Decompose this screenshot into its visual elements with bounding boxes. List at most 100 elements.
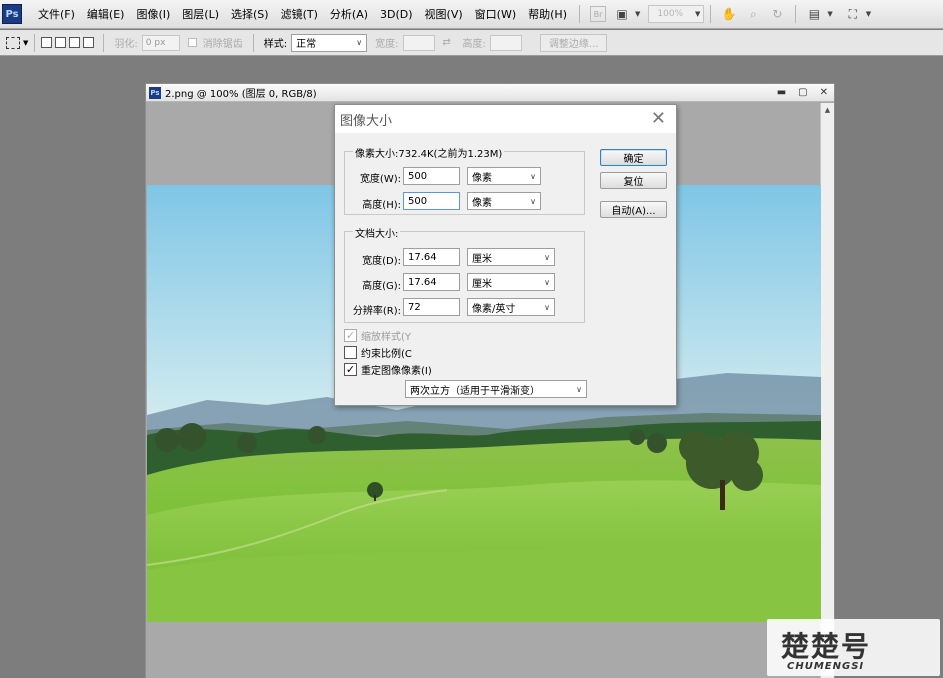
menu-layer[interactable]: 图层(L) (176, 0, 225, 29)
doc-height-label: 高度(G): (362, 281, 401, 292)
menu-filter[interactable]: 滤镜(T) (275, 0, 324, 29)
resample-row: ✓ 重定图像像素(I) (344, 362, 432, 377)
menu-select[interactable]: 选择(S) (225, 0, 275, 29)
menu-3d[interactable]: 3D(D) (374, 0, 419, 29)
height-input[interactable] (489, 34, 522, 51)
feather-input[interactable]: 0 px (141, 34, 180, 51)
resample-method-value: 两次立方（适用于平滑渐变） (410, 385, 540, 397)
reset-button[interactable]: 复位 (600, 172, 667, 189)
antialias-label: 消除锯齿 (202, 39, 243, 50)
chevron-down-icon[interactable]: ▼ (23, 39, 28, 47)
constrain-proportions-row: 约束比例(C (344, 345, 412, 360)
zoom-level-select[interactable]: 100% ▼ (648, 5, 705, 23)
watermark-logo: 楚楚号 (781, 630, 872, 663)
pixel-width-input[interactable]: 500 (403, 167, 460, 185)
chevron-down-icon[interactable]: ▼ (827, 10, 832, 18)
menu-help[interactable]: 帮助(H) (522, 0, 573, 29)
chevron-down-icon: ∨ (576, 384, 582, 394)
rotate-view-icon[interactable]: ↻ (769, 6, 785, 22)
chevron-down-icon: ∨ (530, 196, 536, 206)
menu-window[interactable]: 窗口(W) (469, 0, 522, 29)
menu-bar: Ps 文件(F) 编辑(E) 图像(I) 图层(L) 选择(S) 滤镜(T) 分… (0, 0, 943, 29)
pixel-height-input[interactable]: 500 (403, 192, 460, 210)
ok-button[interactable]: 确定 (600, 149, 667, 166)
options-bar: ▼ 羽化: 0 px 消除锯齿 样式: 正常 ∨ 宽度: ⇄ 高度: 调整边缘..… (0, 30, 943, 56)
separator (795, 5, 797, 23)
zoom-tool-icon[interactable]: ⌕ (745, 6, 761, 22)
dialog-title-bar: 图像大小 ✕ (335, 105, 676, 133)
menu-analysis[interactable]: 分析(A) (324, 0, 374, 29)
chevron-down-icon: ∨ (530, 171, 536, 181)
add-selection-icon[interactable] (55, 37, 67, 48)
scale-styles-checkbox[interactable]: ✓ (344, 329, 357, 342)
refine-edge-button[interactable]: 调整边缘... (539, 33, 608, 52)
doc-width-input[interactable]: 17.64 (403, 248, 460, 266)
resample-label: 重定图像像素(I) (361, 366, 432, 377)
screen-mode-full-icon[interactable]: ⛶ (845, 6, 861, 22)
resolution-label: 分辨率(R): (352, 306, 401, 317)
chevron-down-icon[interactable]: ▼ (635, 10, 640, 18)
maximize-icon[interactable]: ▢ (798, 87, 807, 98)
chevron-down-icon: ∨ (544, 277, 550, 287)
zoom-value: 100% (657, 9, 684, 19)
resolution-unit: 像素/英寸 (472, 303, 516, 315)
pixel-width-unit: 像素 (472, 172, 492, 184)
close-icon[interactable]: ✕ (651, 110, 666, 128)
image-size-dialog: 图像大小 ✕ 像素大小:732.4K(之前为1.23M) 宽度(W): 500 … (334, 104, 677, 406)
resolution-unit-select[interactable]: 像素/英寸 ∨ (467, 298, 555, 316)
pixel-height-label: 高度(H): (362, 200, 401, 211)
resample-checkbox[interactable]: ✓ (344, 363, 357, 376)
subtract-selection-icon[interactable] (69, 37, 81, 48)
style-label: 样式: (263, 39, 288, 50)
separator (710, 5, 712, 23)
style-select[interactable]: 正常 ∨ (291, 33, 368, 52)
doc-width-unit-select[interactable]: 厘米 ∨ (467, 248, 555, 266)
pixel-height-unit-select[interactable]: 像素 ∨ (467, 192, 541, 210)
menu-image[interactable]: 图像(I) (130, 0, 176, 29)
chevron-down-icon[interactable]: ▼ (866, 10, 871, 18)
separator (103, 33, 105, 52)
chevron-down-icon: ∨ (356, 38, 363, 47)
antialias-checkbox[interactable] (187, 38, 197, 47)
resolution-input[interactable]: 72 (403, 298, 460, 316)
chevron-down-icon: ▼ (694, 10, 701, 18)
constrain-proportions-checkbox[interactable] (344, 346, 357, 359)
rect-marquee-icon[interactable] (6, 36, 20, 49)
photoshop-doc-icon: Ps (149, 86, 161, 99)
style-value: 正常 (296, 39, 317, 50)
menu-edit[interactable]: 编辑(E) (81, 0, 131, 29)
doc-width-label: 宽度(D): (362, 256, 401, 267)
auto-button[interactable]: 自动(A)... (600, 201, 667, 218)
photoshop-logo: Ps (2, 4, 22, 24)
doc-height-input[interactable]: 17.64 (403, 273, 460, 291)
scale-styles-label: 缩放样式(Y (361, 332, 412, 343)
pixel-height-unit: 像素 (472, 197, 492, 209)
resample-method-select[interactable]: 两次立方（适用于平滑渐变） ∨ (405, 380, 587, 398)
pixel-width-unit-select[interactable]: 像素 ∨ (467, 167, 541, 185)
scale-styles-row: ✓ 缩放样式(Y (344, 328, 411, 343)
menu-file[interactable]: 文件(F) (32, 0, 81, 29)
swap-icon[interactable]: ⇄ (439, 35, 455, 51)
menu-items: 文件(F) 编辑(E) 图像(I) 图层(L) 选择(S) 滤镜(T) 分析(A… (32, 0, 573, 29)
intersect-selection-icon[interactable] (83, 37, 95, 48)
close-icon[interactable]: ✕ (820, 87, 828, 98)
screen-mode-icon[interactable]: ▣ (614, 6, 630, 22)
hand-tool-icon[interactable]: ✋ (721, 6, 737, 22)
vertical-scrollbar[interactable]: ▲ (820, 103, 834, 678)
minimize-icon[interactable]: ▬ (777, 87, 786, 98)
document-title-bar: Ps 2.png @ 100% (图层 0, RGB/8) ▬ ▢ ✕ (146, 84, 834, 102)
doc-height-unit-select[interactable]: 厘米 ∨ (467, 273, 555, 291)
pixel-dimensions-label: 像素大小:732.4K(之前为1.23M) (353, 145, 505, 160)
bridge-icon[interactable]: Br (589, 6, 606, 22)
width-input[interactable] (402, 34, 435, 51)
watermark-subtitle: CHUMENGSI (787, 661, 865, 672)
separator (578, 5, 580, 23)
watermark: 楚楚号 CHUMENGSI (767, 619, 940, 676)
menu-view[interactable]: 视图(V) (419, 0, 469, 29)
arrange-documents-icon[interactable]: ▤ (806, 6, 822, 22)
scroll-up-icon[interactable]: ▲ (821, 106, 834, 114)
separator (34, 33, 36, 52)
document-size-label: 文档大小: (353, 225, 401, 240)
chevron-down-icon: ∨ (544, 252, 550, 262)
new-selection-icon[interactable] (41, 37, 53, 48)
